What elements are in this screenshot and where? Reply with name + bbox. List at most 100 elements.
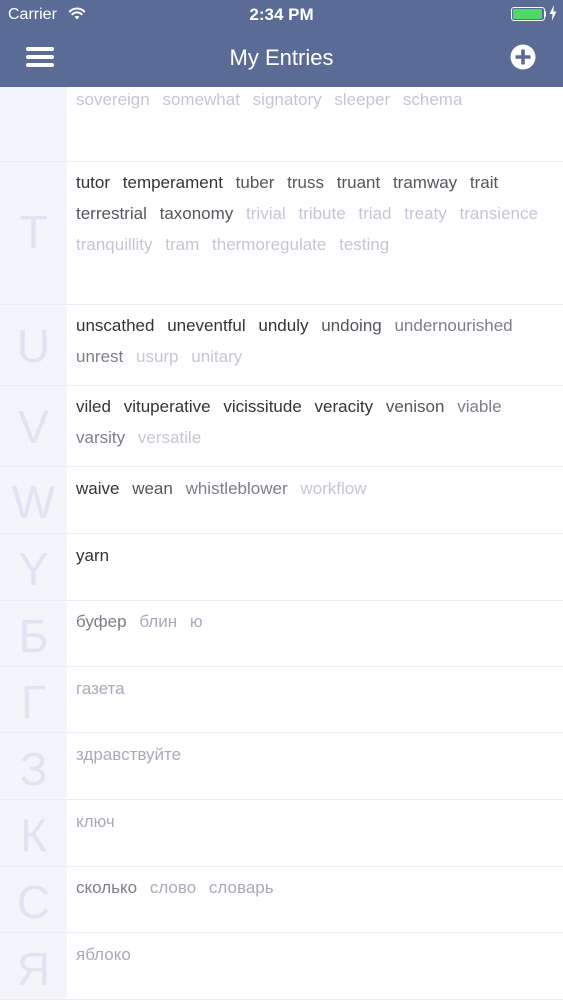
entry-word[interactable]: tram <box>165 235 199 254</box>
entry-word[interactable]: waive <box>76 479 119 498</box>
entry-word[interactable]: somewhat <box>162 90 239 109</box>
entry-word[interactable]: wean <box>132 479 173 498</box>
entry-word-list: буфер блин ю <box>76 606 546 637</box>
entry-word[interactable]: словарь <box>209 878 274 897</box>
entries-list[interactable]: sovereign somewhat signatory sleeper sch… <box>0 87 563 1000</box>
entry-word[interactable]: vituperative <box>124 397 211 416</box>
entry-word[interactable]: usurp <box>136 347 179 366</box>
entry-word[interactable]: taxonomy <box>160 204 234 223</box>
entry-section: Ггазета <box>0 667 563 733</box>
section-index-letter[interactable]: U <box>0 319 67 373</box>
entry-word[interactable]: truant <box>337 173 380 192</box>
entry-word[interactable]: transience <box>460 204 538 223</box>
entry-section: Yyarn <box>0 534 563 601</box>
entry-word[interactable]: undoing <box>321 316 382 335</box>
section-index-letter[interactable]: W <box>0 475 67 529</box>
entry-word[interactable]: unduly <box>258 316 308 335</box>
entry-section: Uunscathed uneventful unduly undoing und… <box>0 305 563 386</box>
entry-section: Wwaive wean whistleblower workflow <box>0 467 563 534</box>
entry-word[interactable]: whistleblower <box>186 479 288 498</box>
entry-section: Зздравствуйте <box>0 733 563 800</box>
entry-word[interactable]: trivial <box>246 204 286 223</box>
entry-word[interactable]: versatile <box>138 428 201 447</box>
entry-word[interactable]: undernourished <box>394 316 512 335</box>
entry-word[interactable]: sovereign <box>76 90 150 109</box>
entry-word[interactable]: tutor <box>76 173 110 192</box>
entry-word[interactable]: venison <box>386 397 445 416</box>
entry-word-list: waive wean whistleblower workflow <box>76 473 546 504</box>
entry-word[interactable]: testing <box>339 235 389 254</box>
entry-word[interactable]: unscathed <box>76 316 154 335</box>
entry-word[interactable]: яблоко <box>76 945 131 964</box>
entry-word[interactable]: viled <box>76 397 111 416</box>
entry-word[interactable]: workflow <box>300 479 366 498</box>
entry-word[interactable]: veracity <box>315 397 374 416</box>
entry-word[interactable]: thermoregulate <box>212 235 326 254</box>
section-index-letter[interactable]: V <box>0 400 67 454</box>
entry-section: Кключ <box>0 800 563 867</box>
entry-word[interactable]: tranquillity <box>76 235 153 254</box>
battery-level <box>513 9 542 19</box>
entry-word[interactable]: signatory <box>253 90 322 109</box>
entry-word[interactable]: varsity <box>76 428 125 447</box>
entry-word[interactable]: слово <box>150 878 196 897</box>
entry-word[interactable]: tuber <box>236 173 275 192</box>
entry-word[interactable]: газета <box>76 679 125 698</box>
entry-word-list: яблоко <box>76 939 546 970</box>
entry-section: Яяблоко <box>0 933 563 1000</box>
entry-word[interactable]: truss <box>287 173 324 192</box>
entry-word-list: sovereign somewhat signatory sleeper sch… <box>76 84 546 115</box>
entry-word-list: здравствуйте <box>76 739 546 770</box>
navigation-bar: Carrier 2:34 PM My Entries <box>0 0 563 87</box>
status-bar: Carrier 2:34 PM <box>0 0 563 30</box>
section-index-letter[interactable]: Я <box>0 942 67 996</box>
entry-word-list: сколько слово словарь <box>76 872 546 903</box>
entry-word[interactable]: vicissitude <box>223 397 301 416</box>
entry-word[interactable]: unitary <box>191 347 242 366</box>
entry-word[interactable]: sleeper <box>334 90 390 109</box>
clock: 2:34 PM <box>249 5 314 24</box>
entry-word[interactable]: ключ <box>76 812 115 831</box>
entry-word[interactable]: tramway <box>393 173 457 192</box>
entry-word[interactable]: schema <box>403 90 463 109</box>
page-title: My Entries <box>229 45 334 70</box>
entry-section: Ббуфер блин ю <box>0 601 563 667</box>
entry-word[interactable]: буфер <box>76 612 127 631</box>
add-circle-icon[interactable] <box>510 44 536 70</box>
section-index-letter[interactable]: Y <box>0 542 67 596</box>
charging-bolt-icon <box>549 5 557 21</box>
entry-word[interactable]: treaty <box>404 204 447 223</box>
entry-word-list: viled vituperative vicissitude veracity … <box>76 391 546 453</box>
section-index-letter[interactable]: T <box>0 205 67 259</box>
battery-icon <box>511 7 545 21</box>
entry-section: Ttutor temperament tuber truss truant tr… <box>0 162 563 305</box>
entry-word-list: yarn <box>76 540 546 571</box>
entry-word[interactable]: yarn <box>76 546 109 565</box>
section-index-letter[interactable]: З <box>0 742 67 796</box>
section-index-letter[interactable]: Б <box>0 609 67 663</box>
entry-word[interactable]: unrest <box>76 347 123 366</box>
battery-cap <box>544 11 546 17</box>
hamburger-menu-icon[interactable] <box>26 45 56 69</box>
entry-word[interactable]: tribute <box>298 204 345 223</box>
entry-word[interactable]: temperament <box>123 173 223 192</box>
entry-word-list: газета <box>76 673 546 704</box>
entry-word[interactable]: uneventful <box>167 316 245 335</box>
entry-word[interactable]: viable <box>457 397 501 416</box>
entry-word[interactable]: сколько <box>76 878 137 897</box>
section-index-letter[interactable]: К <box>0 808 67 862</box>
section-index-letter[interactable]: С <box>0 875 67 929</box>
entry-word[interactable]: terrestrial <box>76 204 147 223</box>
entry-word-list: unscathed uneventful unduly undoing unde… <box>76 310 546 372</box>
entry-word[interactable]: здравствуйте <box>76 745 181 764</box>
entry-section: Vviled vituperative vicissitude veracity… <box>0 386 563 467</box>
entry-word[interactable]: ю <box>190 612 203 631</box>
entry-word-list: tutor temperament tuber truss truant tra… <box>76 167 546 260</box>
entry-word-list: ключ <box>76 806 546 837</box>
entry-word[interactable]: triad <box>358 204 391 223</box>
entry-word[interactable]: блин <box>139 612 177 631</box>
entry-section: Ссколько слово словарь <box>0 867 563 933</box>
entry-word[interactable]: trait <box>470 173 498 192</box>
section-index-letter[interactable]: Г <box>0 675 67 729</box>
entry-section: sovereign somewhat signatory sleeper sch… <box>0 87 563 162</box>
